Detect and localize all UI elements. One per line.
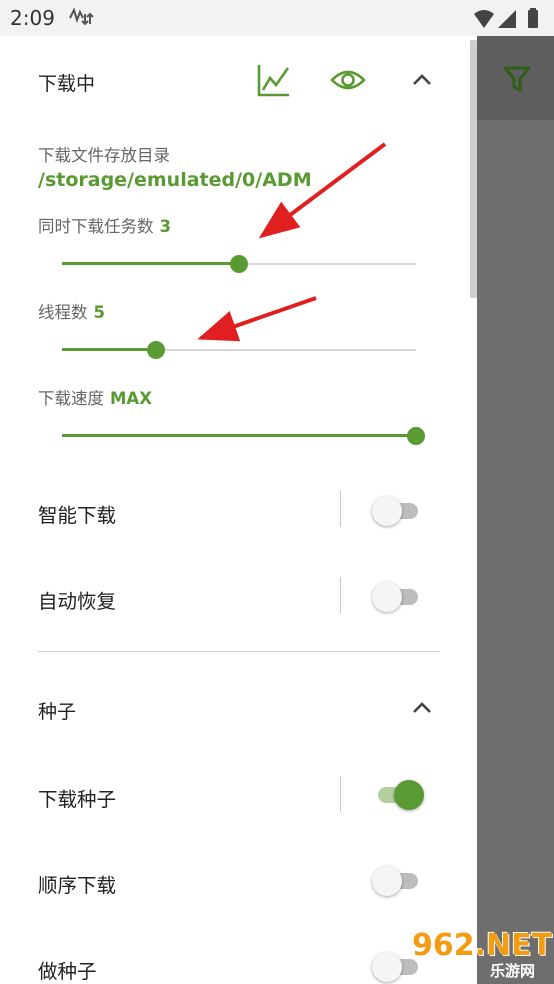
signal-icon <box>498 10 516 28</box>
threads-slider-thumb[interactable] <box>146 341 165 359</box>
auto-resume-label: 自动恢复 <box>38 590 117 613</box>
filter-icon[interactable] <box>500 62 534 96</box>
dir-path[interactable]: /storage/emulated/0/ADM <box>38 169 312 191</box>
wifi-icon <box>474 10 494 28</box>
speed-slider[interactable] <box>62 425 425 447</box>
smart-download-label: 智能下载 <box>38 504 117 527</box>
download-torrent-label: 下载种子 <box>38 788 117 811</box>
divider <box>340 776 341 812</box>
dir-label: 下载文件存放目录 <box>38 146 170 165</box>
chevron-up-icon[interactable] <box>404 690 440 726</box>
concurrent-label-row: 同时下载任务数 3 <box>38 213 171 237</box>
download-torrent-switch[interactable] <box>372 778 424 812</box>
divider <box>340 491 341 527</box>
chart-icon[interactable] <box>256 62 292 98</box>
section-divider <box>38 651 440 652</box>
seed-label: 做种子 <box>38 960 97 983</box>
drawer-scrim[interactable] <box>477 36 554 984</box>
sequential-download-label: 顺序下载 <box>38 874 117 897</box>
battery-icon <box>528 10 538 28</box>
sequential-download-switch[interactable] <box>372 864 424 898</box>
watermark-main: 962.NET <box>412 928 553 963</box>
speed-slider-thumb[interactable] <box>407 427 425 445</box>
threads-value: 5 <box>93 303 105 322</box>
concurrent-slider[interactable] <box>62 253 416 275</box>
section-title-downloading: 下载中 <box>38 73 96 95</box>
section-title-torrent: 种子 <box>38 701 77 723</box>
chevron-up-icon[interactable] <box>404 62 440 98</box>
eye-icon[interactable] <box>330 62 366 98</box>
settings-drawer: 下载中 下载文件存放目录 /storage/emulated/0/ADM 同时下… <box>0 36 470 984</box>
threads-slider[interactable] <box>62 339 416 361</box>
auto-resume-switch[interactable] <box>372 580 424 614</box>
scrollbar[interactable] <box>470 40 477 298</box>
concurrent-label: 同时下载任务数 <box>38 217 154 236</box>
network-activity-icon <box>69 7 94 26</box>
watermark: 962.NET 乐游网 <box>412 926 552 982</box>
threads-label-row: 线程数 5 <box>38 299 105 323</box>
threads-label: 线程数 <box>38 303 88 322</box>
status-time: 2:09 <box>10 6 55 30</box>
speed-label-row: 下载速度 MAX <box>38 385 152 409</box>
speed-label: 下载速度 <box>38 389 104 408</box>
speed-value: MAX <box>110 389 152 408</box>
concurrent-value: 3 <box>159 217 171 236</box>
divider <box>340 577 341 613</box>
watermark-sub: 乐游网 <box>490 962 536 980</box>
concurrent-slider-thumb[interactable] <box>230 255 248 273</box>
status-icons <box>474 8 538 28</box>
smart-download-switch[interactable] <box>372 494 424 528</box>
status-bar: 2:09 <box>0 0 554 36</box>
